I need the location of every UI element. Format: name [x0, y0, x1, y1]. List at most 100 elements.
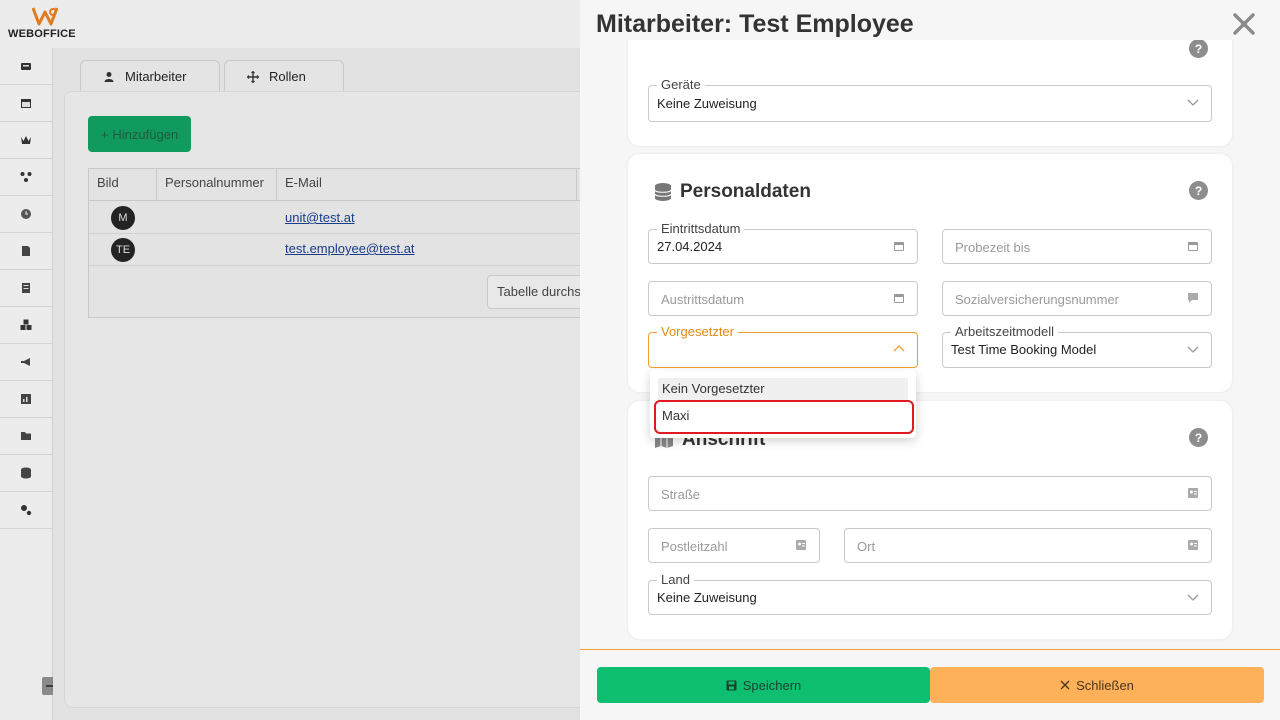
sidebar-item-document[interactable] — [0, 233, 52, 270]
address-card-icon — [1188, 540, 1198, 550]
database-icon — [21, 467, 31, 479]
eintrittsdatum-field[interactable]: Eintrittsdatum 27.04.2024 — [648, 221, 918, 264]
strasse-field[interactable]: Straße — [648, 476, 1212, 511]
calendar-icon — [894, 294, 904, 303]
sozialversicherungsnummer-placeholder: Sozialversicherungsnummer — [955, 292, 1120, 307]
personaldaten-title: Personaldaten — [680, 181, 811, 202]
column-header-email[interactable]: E-Mail — [277, 169, 577, 201]
network-icon — [20, 172, 32, 182]
personaldaten-heading: Personaldaten — [654, 181, 811, 203]
user-icon — [104, 71, 114, 82]
austrittsdatum-field[interactable]: Austrittsdatum — [648, 281, 918, 316]
column-header-personalnummer[interactable]: Personalnummer — [157, 169, 277, 201]
table-row[interactable]: TE test.employee@test.at — [89, 234, 589, 266]
help-icon[interactable]: ? — [1189, 428, 1208, 447]
sidebar-item-folder[interactable] — [0, 418, 52, 455]
employee-table: Bild Personalnummer E-Mail M unit@test.a… — [88, 168, 597, 318]
close-icon[interactable] — [1228, 8, 1260, 40]
save-icon — [726, 680, 737, 690]
settings-icon — [21, 505, 32, 516]
eintrittsdatum-value: 27.04.2024 — [657, 239, 723, 254]
address-card-icon — [796, 540, 806, 550]
tab-rollen[interactable]: Rollen — [224, 60, 344, 92]
list-icon — [22, 283, 30, 293]
sidebar-item-clock[interactable] — [0, 196, 52, 233]
land-value: Keine Zuweisung — [657, 590, 757, 605]
email-link[interactable]: unit@test.at — [285, 210, 355, 225]
document-icon — [22, 246, 30, 256]
eintrittsdatum-label: Eintrittsdatum — [657, 221, 745, 237]
sidebar-item-settings[interactable] — [0, 492, 52, 529]
add-label: Hinzufügen — [112, 126, 179, 142]
postleitzahl-field[interactable]: Postleitzahl — [648, 528, 820, 563]
land-label: Land — [657, 572, 694, 588]
vorgesetzter-select[interactable]: Vorgesetzter — [648, 324, 918, 368]
sidebar-item-calendar[interactable] — [0, 85, 52, 122]
tab-label: Rollen — [269, 69, 306, 84]
geraete-select[interactable]: Geräte Keine Zuweisung — [648, 77, 1212, 122]
calendar-icon — [1188, 242, 1198, 251]
sidebar-item-network[interactable] — [0, 159, 52, 196]
plus-icon: + — [100, 126, 109, 142]
dropdown-option-maxi[interactable]: Maxi — [658, 405, 908, 427]
avatar: TE — [111, 238, 135, 262]
sozialversicherungsnummer-field[interactable]: Sozialversicherungsnummer — [942, 281, 1212, 316]
chevron-down-icon — [1187, 594, 1199, 601]
megaphone-icon — [21, 358, 30, 366]
chevron-down-icon — [1187, 346, 1199, 353]
arbeitszeitmodell-label: Arbeitszeitmodell — [951, 324, 1058, 340]
sidebar-item-cubes[interactable] — [0, 307, 52, 344]
drawer-title-overlay: Mitarbeiter: Test Employee — [596, 10, 914, 38]
table-header: Bild Personalnummer E-Mail — [89, 169, 589, 201]
geraete-value: Keine Zuweisung — [657, 96, 757, 111]
help-icon[interactable]: ? — [1189, 181, 1208, 200]
save-button[interactable]: Speichern — [597, 667, 930, 703]
postleitzahl-placeholder: Postleitzahl — [661, 539, 728, 554]
close-button[interactable]: Schließen — [930, 667, 1264, 703]
folder-icon — [21, 432, 31, 440]
close-label: Schließen — [1076, 677, 1134, 693]
avatar: M — [111, 206, 135, 230]
chart-icon — [21, 394, 31, 404]
column-header-bild[interactable]: Bild — [89, 169, 157, 201]
add-employee-button[interactable]: + Hinzufügen — [88, 116, 191, 152]
strasse-placeholder: Straße — [661, 487, 701, 502]
crown-icon — [21, 136, 31, 144]
help-icon[interactable]: ? — [1189, 39, 1208, 58]
address-card-icon — [1188, 488, 1198, 498]
vorgesetzter-label: Vorgesetzter — [657, 324, 738, 340]
austrittsdatum-placeholder: Austrittsdatum — [661, 292, 745, 307]
ort-placeholder: Ort — [857, 539, 876, 554]
geraete-label: Geräte — [657, 77, 705, 93]
dropdown-option-kein-vorgesetzter[interactable]: Kein Vorgesetzter — [658, 378, 908, 400]
clock-icon — [21, 209, 31, 219]
chevron-up-icon — [893, 345, 905, 352]
calendar-icon — [894, 242, 904, 251]
chevron-down-icon — [1187, 99, 1199, 106]
vorgesetzter-dropdown: Kein Vorgesetzter Maxi — [650, 370, 916, 438]
ort-field[interactable]: Ort — [844, 528, 1212, 563]
probezeit-placeholder: Probezeit bis — [955, 240, 1031, 255]
arbeitszeitmodell-select[interactable]: Arbeitszeitmodell Test Time Booking Mode… — [942, 324, 1212, 368]
sidebar-item-chart[interactable] — [0, 381, 52, 418]
email-link[interactable]: test.employee@test.at — [285, 241, 415, 256]
sidebar-item-megaphone[interactable] — [0, 344, 52, 381]
logo-text: WEBOFFICE — [8, 28, 76, 40]
sidebar-item-list[interactable] — [0, 270, 52, 307]
calendar-icon — [21, 99, 31, 108]
land-select[interactable]: Land Keine Zuweisung — [648, 572, 1212, 615]
table-row[interactable]: M unit@test.at — [89, 202, 589, 234]
probezeit-field[interactable]: Probezeit bis — [942, 229, 1212, 264]
move-icon — [247, 70, 259, 83]
logo-mark-icon — [32, 7, 58, 26]
save-label: Speichern — [742, 677, 802, 693]
sidebar — [0, 48, 53, 720]
weboffice-logo[interactable]: WEBOFFICE — [8, 6, 88, 44]
inbox-icon — [21, 63, 31, 70]
sidebar-item-inbox[interactable] — [0, 48, 52, 85]
message-icon — [1188, 293, 1198, 303]
sidebar-item-crown[interactable] — [0, 122, 52, 159]
tab-mitarbeiter[interactable]: Mitarbeiter — [80, 60, 220, 92]
sidebar-item-database[interactable] — [0, 455, 52, 492]
database-icon — [654, 183, 672, 201]
